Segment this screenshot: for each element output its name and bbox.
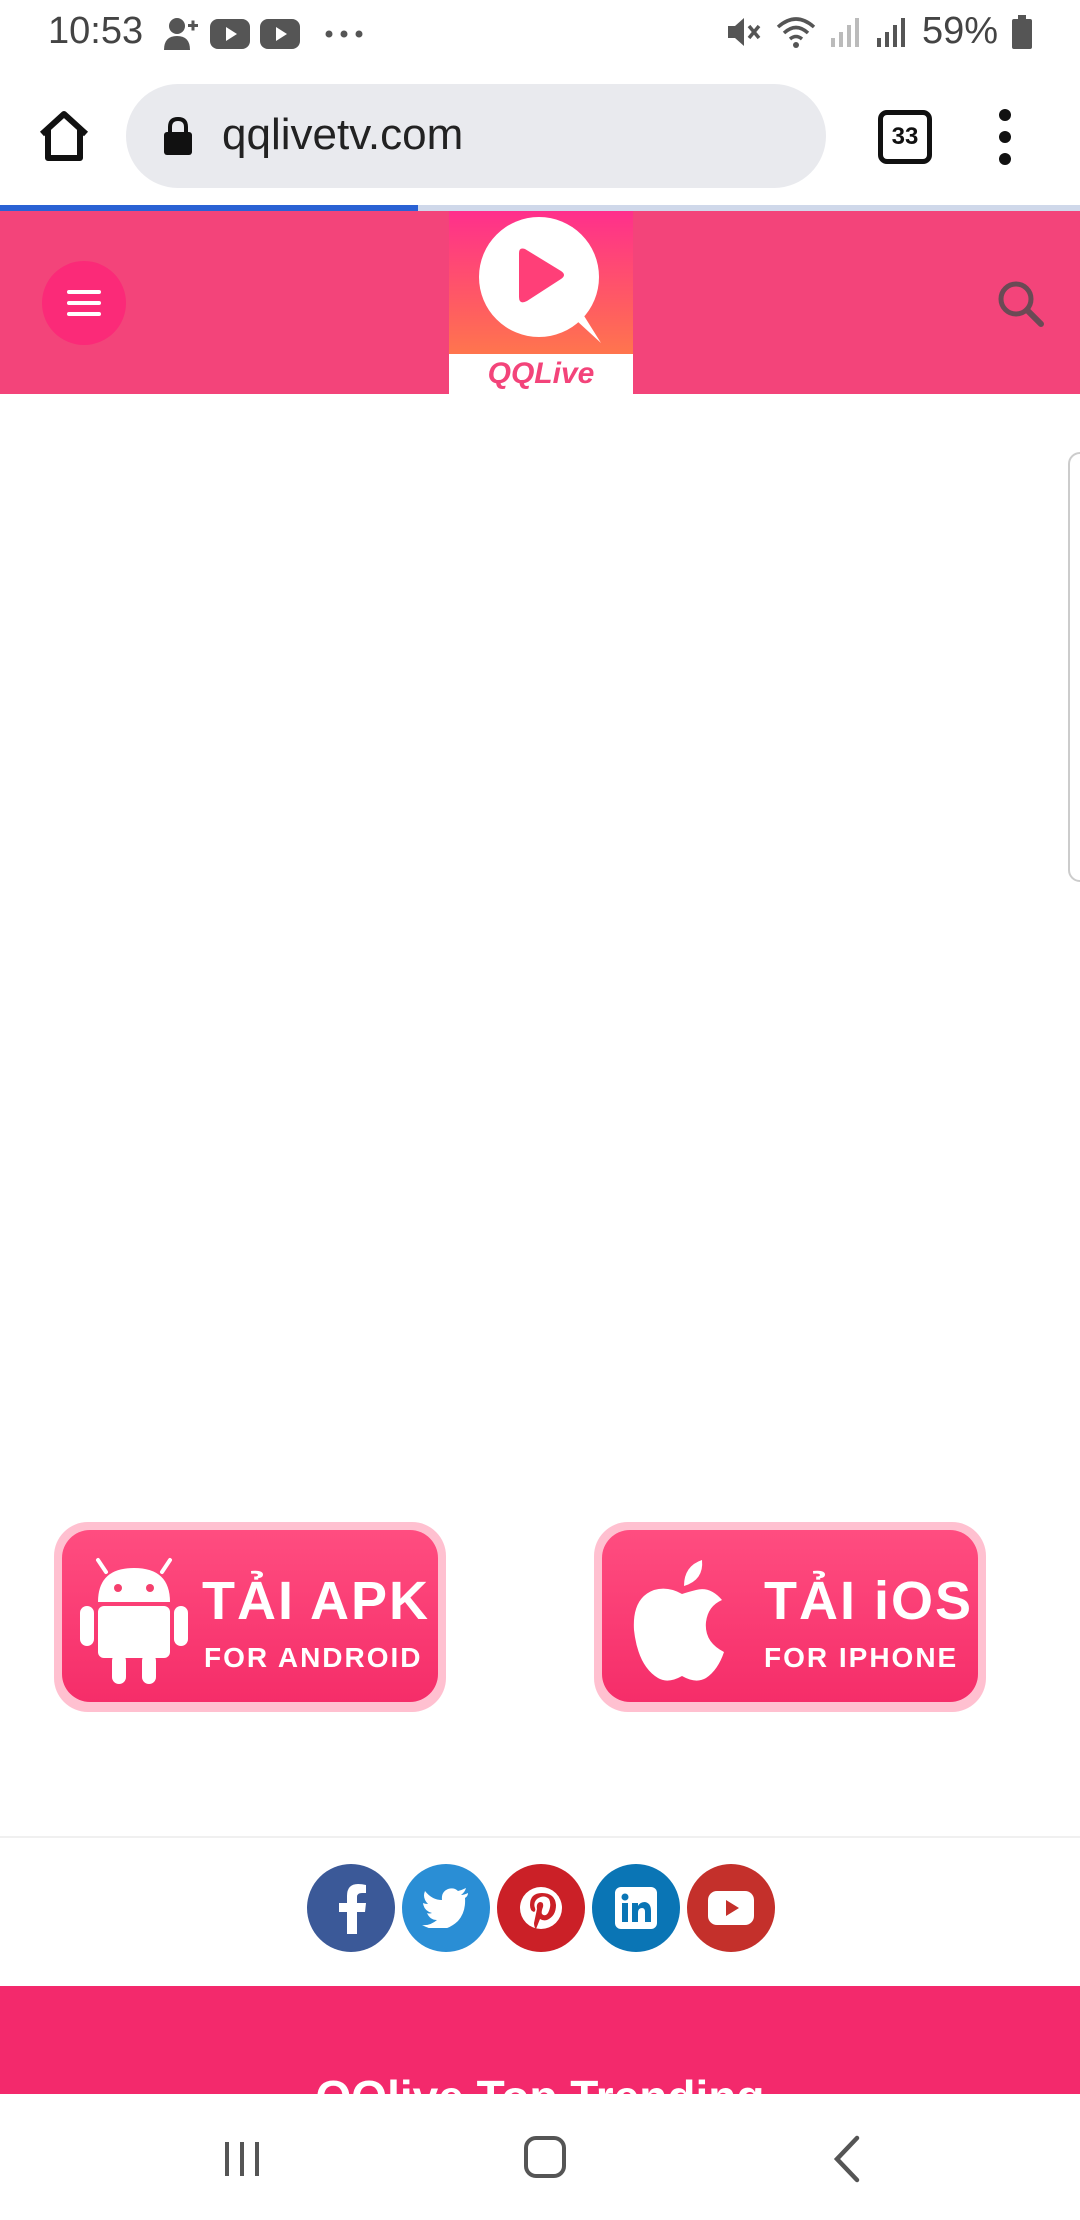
download-apk-label: TẢI APK [202, 1571, 430, 1631]
download-ios-button[interactable]: TẢI iOS FOR IPHONE [594, 1522, 986, 1712]
youtube-notification-icon [210, 19, 250, 49]
download-apk-sublabel: FOR ANDROID [204, 1642, 423, 1673]
android-icon [80, 1558, 188, 1684]
side-panel-handle[interactable] [1068, 452, 1080, 882]
download-apk-button[interactable]: TẢI APK FOR ANDROID [54, 1522, 446, 1712]
status-right: 59% [726, 10, 1032, 53]
recent-apps-icon[interactable] [222, 2140, 262, 2178]
site-header: QQLive [0, 211, 1080, 394]
footer-section: QQlive Top Trending [0, 1986, 1080, 2096]
lock-icon [164, 116, 192, 155]
signal-icon [830, 17, 859, 47]
wifi-icon [776, 16, 816, 48]
youtube-icon[interactable] [687, 1864, 775, 1952]
download-ios-sublabel: FOR IPHONE [764, 1642, 959, 1673]
footer-title: QQlive Top Trending [0, 2070, 1080, 2096]
logo-play-icon [479, 217, 601, 343]
address-bar[interactable]: qqlivetv.com [126, 84, 826, 188]
search-icon[interactable] [996, 279, 1044, 327]
menu-icon[interactable] [42, 261, 126, 345]
tab-switcher-button[interactable]: 33 [878, 110, 932, 164]
mute-icon [727, 17, 761, 46]
browser-toolbar: qqlivetv.com 33 [0, 70, 1080, 208]
back-icon[interactable] [832, 2134, 862, 2184]
status-time: 10:53 [48, 10, 144, 52]
social-bar [0, 1836, 1080, 1988]
youtube-notification-icon [260, 19, 300, 49]
status-bar: 10:53 59% [0, 0, 1080, 70]
home-icon[interactable] [34, 106, 94, 166]
social-links [307, 1864, 775, 1952]
download-ios-face: TẢI iOS FOR IPHONE [602, 1530, 978, 1702]
linkedin-icon[interactable] [592, 1864, 680, 1952]
download-apk-face: TẢI APK FOR ANDROID [62, 1530, 438, 1702]
twitter-icon[interactable] [402, 1864, 490, 1952]
url-text[interactable]: qqlivetv.com [222, 110, 463, 160]
pinterest-icon[interactable] [497, 1864, 585, 1952]
more-notifications-icon [325, 30, 363, 38]
nav-home-icon[interactable] [524, 2136, 566, 2178]
add-person-icon [164, 18, 198, 50]
more-options-icon[interactable] [990, 104, 1020, 170]
logo-text: QQLive [449, 354, 633, 394]
battery-percent: 59% [921, 10, 998, 52]
battery-icon [1012, 14, 1032, 49]
system-nav-bar [0, 2094, 1080, 2220]
facebook-icon[interactable] [307, 1864, 395, 1952]
notification-icons [162, 16, 364, 52]
signal-icon [876, 17, 905, 47]
site-logo[interactable]: QQLive [449, 211, 633, 394]
apple-icon [633, 1560, 724, 1681]
download-ios-label: TẢI iOS [764, 1571, 974, 1631]
